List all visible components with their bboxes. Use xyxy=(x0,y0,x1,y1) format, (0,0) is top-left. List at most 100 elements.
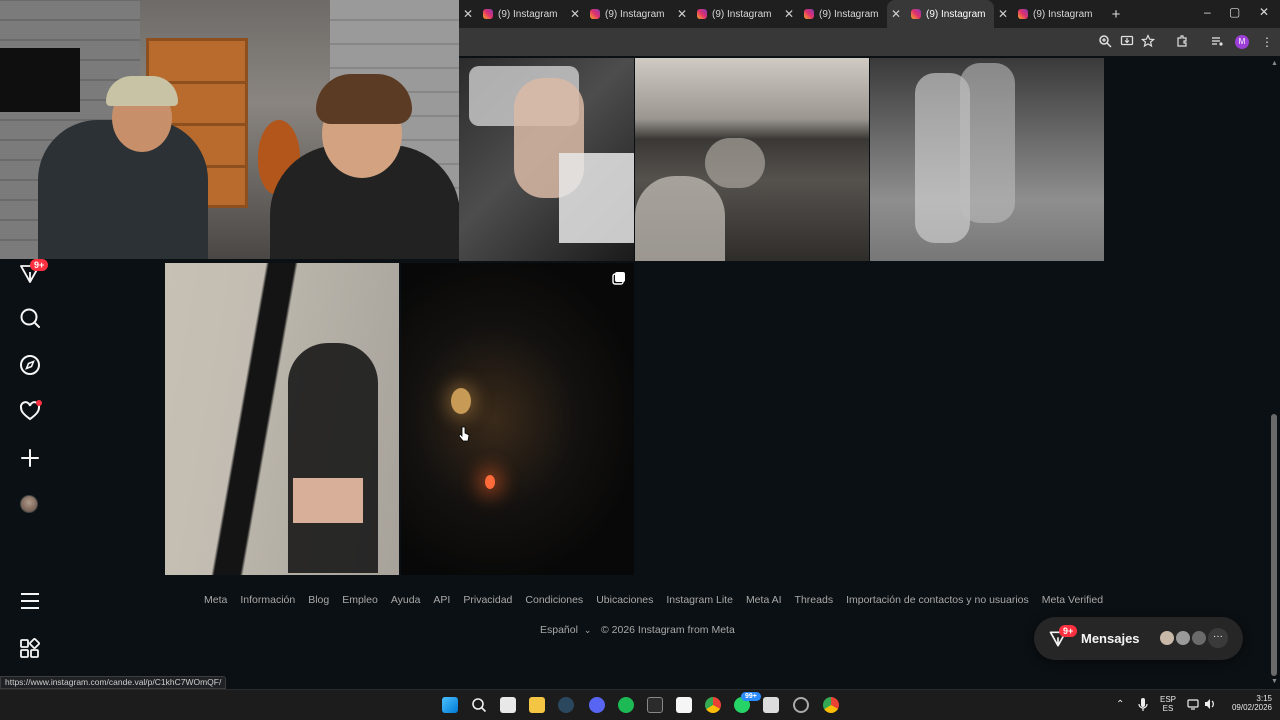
media-controls-icon[interactable] xyxy=(1209,34,1225,50)
player-detail xyxy=(960,63,1015,223)
skin-detail xyxy=(293,478,363,523)
clock-time: 3:15 xyxy=(1256,694,1272,703)
capcut-icon[interactable] xyxy=(676,697,692,713)
tab-title: (9) Instagram xyxy=(926,8,986,20)
extensions-icon[interactable] xyxy=(1174,34,1190,50)
browser-tab[interactable]: ✕ (9) Instagram xyxy=(566,0,673,28)
messages-badge: 9+ xyxy=(1059,625,1078,637)
hair-detail xyxy=(316,74,412,124)
lang-bottom: ES xyxy=(1162,704,1174,713)
search-icon[interactable] xyxy=(471,697,487,713)
close-tab-icon[interactable]: ✕ xyxy=(677,7,687,21)
explore-icon[interactable] xyxy=(18,353,42,377)
horse-rider-detail xyxy=(705,138,765,188)
footer-link[interactable]: Información xyxy=(240,594,295,606)
instagram-favicon xyxy=(1018,9,1028,19)
steam-icon[interactable] xyxy=(558,697,574,713)
footer-link[interactable]: Meta xyxy=(204,594,227,606)
install-app-icon[interactable] xyxy=(1119,34,1135,50)
link-status-url: https://www.instagram.com/cande.val/p/C1… xyxy=(0,676,227,689)
epic-games-icon[interactable] xyxy=(647,697,663,713)
instagram-favicon xyxy=(590,9,600,19)
footer-link[interactable]: Meta Verified xyxy=(1042,594,1103,606)
chrome-profile-icon[interactable] xyxy=(823,697,839,713)
input-language[interactable]: ESP ES xyxy=(1160,695,1176,713)
post-thumbnail[interactable] xyxy=(459,58,634,261)
scroll-down-icon[interactable]: ▼ xyxy=(1271,678,1278,685)
browser-tab[interactable]: ✕ (9) Instagram xyxy=(459,0,566,28)
zoom-icon[interactable] xyxy=(1097,34,1113,50)
create-icon[interactable] xyxy=(18,446,42,470)
close-tab-icon[interactable]: ✕ xyxy=(891,7,901,21)
network-icon[interactable] xyxy=(1187,697,1203,713)
tv-detail xyxy=(0,48,80,112)
footer-link[interactable]: Ayuda xyxy=(391,594,421,606)
close-tab-icon[interactable]: ✕ xyxy=(784,7,794,21)
volume-icon[interactable] xyxy=(1203,697,1219,713)
post-thumbnail[interactable] xyxy=(401,263,634,575)
mouse-cursor-icon xyxy=(458,426,470,442)
footer-link[interactable]: Importación de contactos y no usuarios xyxy=(846,594,1029,606)
bookmark-star-icon[interactable] xyxy=(1140,34,1156,50)
copyright-text: © 2026 Instagram from Meta xyxy=(601,624,735,636)
snipping-tool-icon[interactable] xyxy=(763,697,779,713)
chrome-icon[interactable] xyxy=(705,697,721,713)
close-window-button[interactable]: ✕ xyxy=(1259,5,1269,19)
footer-link[interactable]: Meta AI xyxy=(746,594,782,606)
tray-overflow-icon[interactable]: ⌃ xyxy=(1116,699,1124,710)
spotify-icon[interactable] xyxy=(618,697,634,713)
store-icon[interactable] xyxy=(500,697,516,713)
notifications-icon[interactable] xyxy=(18,399,42,423)
microphone-icon[interactable] xyxy=(1136,697,1152,713)
clock[interactable]: 3:15 09/02/2026 xyxy=(1222,694,1272,712)
browser-profile-avatar[interactable]: M xyxy=(1235,35,1249,49)
browser-tab[interactable]: ✕ (9) Instagram xyxy=(994,0,1101,28)
obs-icon[interactable] xyxy=(793,697,809,713)
language-select[interactable]: Español ⌄ xyxy=(540,624,591,636)
instagram-favicon xyxy=(483,9,493,19)
footer-link[interactable]: Condiciones xyxy=(525,594,583,606)
clock-date: 09/02/2026 xyxy=(1231,703,1272,712)
browser-tab[interactable]: ✕ (9) Instagram xyxy=(673,0,780,28)
horse-detail xyxy=(635,176,725,261)
footer-link[interactable]: API xyxy=(433,594,450,606)
close-tab-icon[interactable]: ✕ xyxy=(463,7,473,21)
profile-avatar[interactable] xyxy=(20,495,38,513)
browser-toolbar: M ⋮ xyxy=(459,28,1280,56)
cap-detail xyxy=(106,76,178,106)
footer-link[interactable]: Threads xyxy=(795,594,834,606)
more-apps-icon[interactable] xyxy=(18,637,42,661)
footer-link[interactable]: Instagram Lite xyxy=(666,594,733,606)
footer-link[interactable]: Blog xyxy=(308,594,329,606)
minimize-button[interactable]: – xyxy=(1204,5,1211,19)
start-icon[interactable] xyxy=(442,697,458,713)
footer-links: Meta Información Blog Empleo Ayuda API P… xyxy=(204,594,1116,606)
footer-link[interactable]: Ubicaciones xyxy=(596,594,653,606)
post-thumbnail[interactable] xyxy=(870,58,1104,261)
maximize-button[interactable]: ▢ xyxy=(1229,5,1240,19)
footer-link[interactable]: Empleo xyxy=(342,594,378,606)
browser-tab[interactable]: ✕ (9) Instagram xyxy=(780,0,887,28)
close-tab-icon[interactable]: ✕ xyxy=(998,7,1008,21)
close-tab-icon[interactable]: ✕ xyxy=(570,7,580,21)
browser-menu-icon[interactable]: ⋮ xyxy=(1259,34,1275,50)
more-contacts-icon: ··· xyxy=(1208,628,1228,648)
search-icon[interactable] xyxy=(18,306,42,330)
post-thumbnail[interactable] xyxy=(165,263,399,575)
browser-tab-strip: ✕ (9) Instagram ✕ (9) Instagram ✕ (9) Insta… xyxy=(459,0,1280,28)
tab-title: (9) Instagram xyxy=(605,8,665,20)
scroll-up-icon[interactable]: ▲ xyxy=(1271,60,1278,67)
scrollbar-thumb[interactable] xyxy=(1271,414,1277,676)
browser-tab-active[interactable]: ✕ (9) Instagram xyxy=(887,0,994,28)
post-thumbnail[interactable] xyxy=(635,58,869,261)
lang-top: ESP xyxy=(1160,695,1177,704)
footer-link[interactable]: Privacidad xyxy=(463,594,512,606)
new-tab-button[interactable]: + xyxy=(1105,6,1127,23)
discord-icon[interactable] xyxy=(589,697,605,713)
messages-badge: 9+ xyxy=(30,259,49,271)
file-explorer-icon[interactable] xyxy=(529,697,545,713)
tab-title: (9) Instagram xyxy=(712,8,772,20)
menu-icon[interactable] xyxy=(18,589,42,613)
carousel-icon xyxy=(612,272,625,285)
messages-pill[interactable]: 9+ Mensajes ··· xyxy=(1034,617,1243,660)
